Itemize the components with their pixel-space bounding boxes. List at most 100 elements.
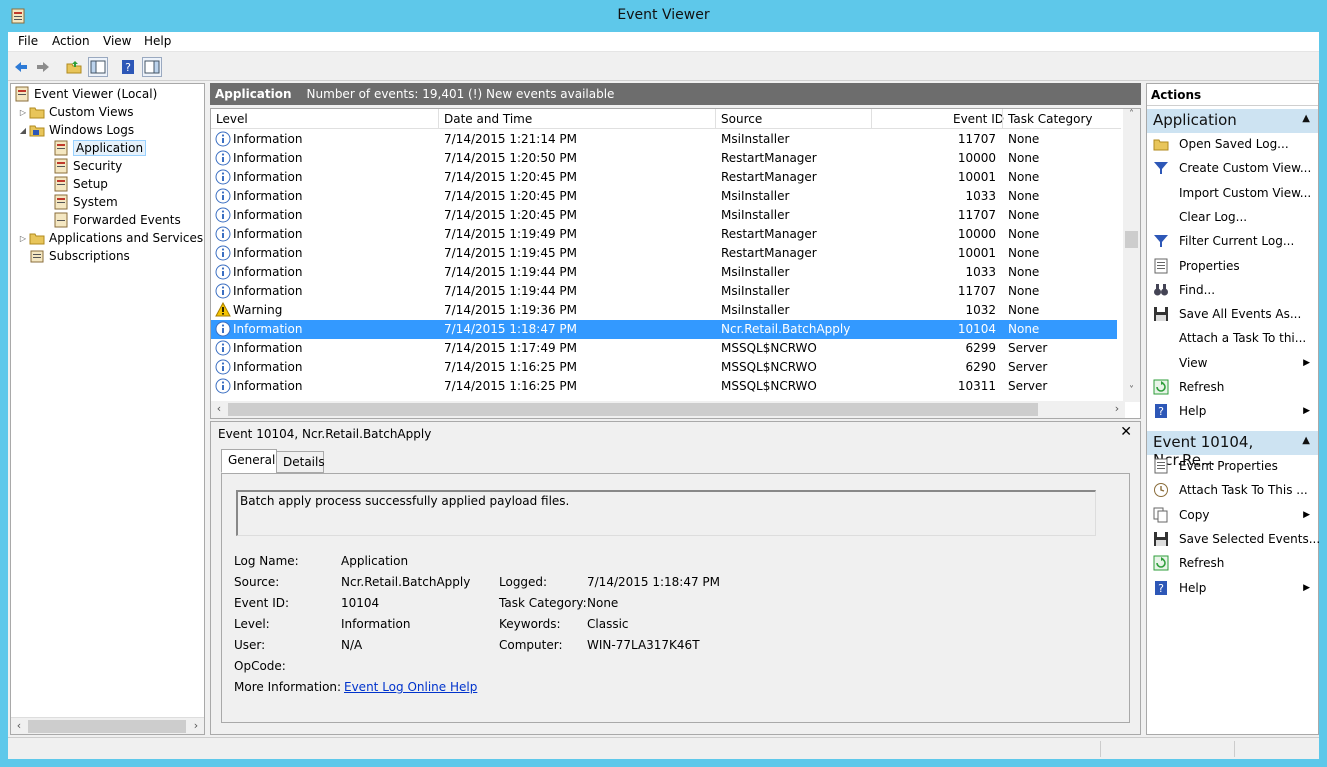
tree-node-setup[interactable]: Setup (53, 175, 108, 193)
scroll-right-icon[interactable]: › (1109, 402, 1125, 417)
action-attach-a-task-to-thi[interactable]: Attach a Task To thi... (1147, 327, 1318, 349)
tree-node-application[interactable]: Application (53, 139, 147, 157)
expand-arrow-icon[interactable]: ▷ (17, 234, 29, 243)
column-date[interactable]: Date and Time (444, 112, 532, 126)
table-row[interactable]: Information 7/14/2015 1:19:44 PM MsiInstal… (211, 282, 1117, 301)
action-event-properties[interactable]: Event Properties (1147, 455, 1318, 477)
tree-horizontal-scrollbar[interactable]: ‹ › (11, 717, 204, 734)
tree-node-subscriptions[interactable]: Subscriptions (29, 247, 130, 265)
action-open-saved-log[interactable]: Open Saved Log... (1147, 133, 1318, 155)
value-logged[interactable]: 7/14/2015 1:18:47 PM (587, 575, 720, 589)
scroll-right-icon[interactable]: › (188, 719, 204, 734)
value-event-id[interactable]: 10104 (341, 596, 379, 610)
table-row[interactable]: Information 7/14/2015 1:16:25 PM MSSQL$NCR… (211, 377, 1117, 396)
tree-node-custom-views[interactable]: ▷ Custom Views (17, 103, 134, 121)
tree-node-windows-logs[interactable]: ◢ Windows Logs (17, 121, 134, 139)
action-clear-log[interactable]: Clear Log... (1147, 206, 1318, 228)
action-properties[interactable]: Properties (1147, 255, 1318, 277)
scroll-thumb[interactable] (28, 720, 186, 733)
action-import-custom-view[interactable]: Import Custom View... (1147, 182, 1318, 204)
scroll-up-icon[interactable]: ˄ (1123, 109, 1140, 126)
show-hide-action-pane-button[interactable] (142, 57, 162, 77)
expand-arrow-icon[interactable]: ▷ (17, 108, 29, 117)
table-row[interactable]: Information 7/14/2015 1:18:47 PM Ncr.Retai… (211, 320, 1117, 339)
action-save-all-events-as[interactable]: Save All Events As... (1147, 303, 1318, 325)
menu-view[interactable]: View (103, 34, 131, 48)
scroll-thumb[interactable] (228, 403, 1038, 416)
tab-details[interactable]: Details (276, 451, 325, 473)
column-separator[interactable] (438, 109, 439, 129)
table-row[interactable]: Information 7/14/2015 1:20:50 PM RestartMa… (211, 149, 1117, 168)
actions-section-event[interactable]: Event 10104, Ncr.Re... ▲ (1147, 431, 1318, 469)
column-level[interactable]: Level (216, 112, 248, 126)
column-event-id[interactable]: Event ID (953, 112, 1004, 126)
action-filter-current-log[interactable]: Filter Current Log... (1147, 230, 1318, 252)
event-message[interactable]: Batch apply process successfully applied… (236, 490, 1096, 536)
table-row[interactable]: Information 7/14/2015 1:20:45 PM MsiInstal… (211, 206, 1117, 225)
close-icon[interactable]: ✕ (1120, 424, 1132, 440)
action-refresh[interactable]: Refresh (1147, 552, 1318, 574)
column-source[interactable]: Source (721, 112, 762, 126)
menu-help[interactable]: Help (144, 34, 171, 48)
action-label: Import Custom View... (1179, 185, 1312, 200)
info-icon (215, 283, 231, 299)
tab-general[interactable]: General (221, 449, 277, 473)
table-row[interactable]: Information 7/14/2015 1:20:45 PM MsiInstal… (211, 187, 1117, 206)
table-row[interactable]: Information 7/14/2015 1:21:14 PM MsiInstal… (211, 130, 1117, 149)
tree-node-security[interactable]: Security (53, 157, 122, 175)
tree-node-app-services[interactable]: ▷ Applications and Services Lo (17, 229, 204, 247)
action-find[interactable]: Find... (1147, 279, 1318, 301)
table-row[interactable]: Information 7/14/2015 1:19:44 PM MsiInstal… (211, 263, 1117, 282)
value-task-category[interactable]: None (587, 596, 618, 610)
scroll-down-icon[interactable]: ˅ (1123, 385, 1140, 402)
scroll-left-icon[interactable]: ‹ (11, 719, 27, 734)
action-help[interactable]: ? Help ▶ (1147, 400, 1318, 422)
action-save-selected-events[interactable]: Save Selected Events... (1147, 528, 1320, 550)
table-row[interactable]: Information 7/14/2015 1:19:45 PM RestartMa… (211, 244, 1117, 263)
action-label: Attach Task To This ... (1179, 483, 1308, 498)
forward-button[interactable] (33, 57, 53, 77)
save-icon (1153, 306, 1169, 322)
scroll-thumb[interactable] (1125, 231, 1138, 248)
value-log-name[interactable]: Application (341, 554, 408, 568)
action-copy[interactable]: Copy ▶ (1147, 504, 1318, 526)
column-separator[interactable] (1002, 109, 1003, 129)
collapse-arrow-icon[interactable]: ◢ (17, 126, 29, 135)
tree-node-root[interactable]: Event Viewer (Local) (14, 85, 157, 103)
action-attach-task-to-this[interactable]: Attach Task To This ... (1147, 479, 1318, 501)
tree-node-forwarded-events[interactable]: Forwarded Events (53, 211, 181, 229)
grid-horizontal-scrollbar[interactable]: ‹ › (211, 401, 1125, 418)
back-button[interactable] (11, 57, 31, 77)
action-view[interactable]: View ▶ (1147, 352, 1318, 374)
table-row[interactable]: Information 7/14/2015 1:16:25 PM MSSQL$NCR… (211, 358, 1117, 377)
value-source[interactable]: Ncr.Retail.BatchApply (341, 575, 470, 589)
collapse-caret-icon[interactable]: ▲ (1302, 113, 1310, 124)
value-keywords[interactable]: Classic (587, 617, 629, 631)
table-row[interactable]: Information 7/14/2015 1:20:45 PM RestartMa… (211, 168, 1117, 187)
column-separator[interactable] (871, 109, 872, 129)
menu-action[interactable]: Action (52, 34, 90, 48)
collapse-caret-icon[interactable]: ▲ (1302, 435, 1310, 446)
general-tab-panel: Batch apply process successfully applied… (221, 473, 1130, 723)
actions-section-application[interactable]: Application ▲ (1147, 109, 1318, 133)
action-refresh[interactable]: Refresh (1147, 376, 1318, 398)
menu-file[interactable]: File (18, 34, 38, 48)
column-task-category[interactable]: Task Category (1008, 112, 1093, 126)
value-computer[interactable]: WIN-77LA317K46T (587, 638, 700, 652)
column-separator[interactable] (715, 109, 716, 129)
show-hide-console-tree-button[interactable] (88, 57, 108, 77)
action-help[interactable]: ? Help ▶ (1147, 577, 1318, 599)
grid-vertical-scrollbar[interactable]: ˄ ˅ (1123, 109, 1140, 402)
event-log-online-help-link[interactable]: Event Log Online Help (344, 680, 477, 694)
value-level[interactable]: Information (341, 617, 410, 631)
table-row[interactable]: Warning 7/14/2015 1:19:36 PM MsiInstaller 1… (211, 301, 1117, 320)
scroll-left-icon[interactable]: ‹ (211, 402, 227, 417)
table-row[interactable]: Information 7/14/2015 1:17:49 PM MSSQL$NCR… (211, 339, 1117, 358)
help-button[interactable]: ? (118, 57, 138, 77)
table-row[interactable]: Information 7/14/2015 1:19:49 PM RestartMa… (211, 225, 1117, 244)
properties-icon (1153, 458, 1169, 474)
tree-node-system[interactable]: System (53, 193, 118, 211)
up-folder-button[interactable] (64, 57, 84, 77)
value-user[interactable]: N/A (341, 638, 362, 652)
action-create-custom-view[interactable]: Create Custom View... (1147, 157, 1318, 179)
